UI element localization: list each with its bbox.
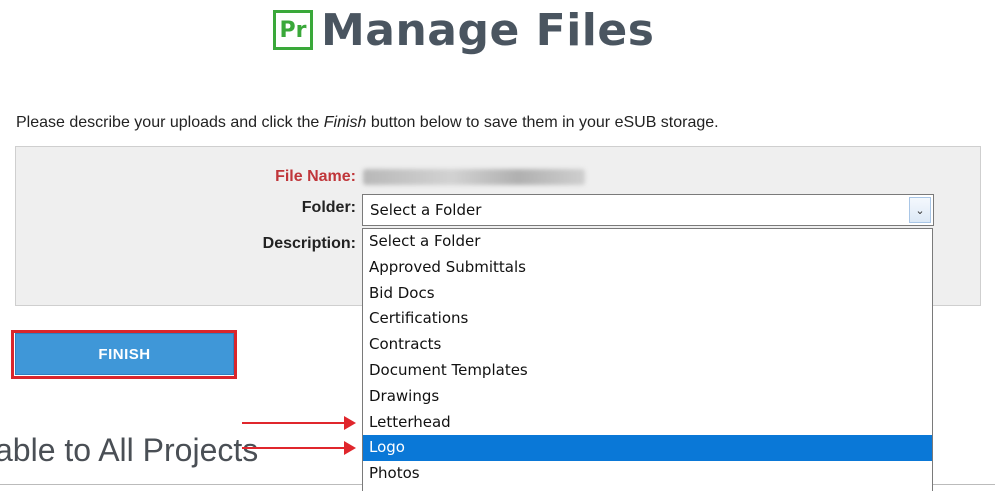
folder-option-letterhead[interactable]: Letterhead <box>363 410 932 436</box>
app-logo: Pr <box>273 10 313 50</box>
description-label: Description: <box>262 235 356 252</box>
file-name-value-redacted <box>363 169 585 185</box>
page-header: Pr Manage Files <box>273 2 654 58</box>
file-name-label: File Name: <box>275 168 356 185</box>
section-heading: able to All Projects <box>0 432 259 468</box>
folder-option-drawings[interactable]: Drawings <box>363 384 932 410</box>
instructions-finish-emphasis: Finish <box>323 114 367 131</box>
folder-select-value: Select a Folder <box>370 201 482 219</box>
arrow-to-letterhead-annotation <box>242 416 356 430</box>
folder-option-document-templates[interactable]: Document Templates <box>363 358 932 384</box>
folder-option-bid-docs[interactable]: Bid Docs <box>363 281 932 307</box>
chevron-down-icon[interactable]: ⌄ <box>909 197 931 223</box>
folder-option-logo[interactable]: Logo <box>363 435 932 462</box>
instructions-before: Please describe your uploads and click t… <box>16 114 324 131</box>
instructions-text: Please describe your uploads and click t… <box>16 114 719 132</box>
instructions-after: button below to save them in your eSUB s… <box>366 114 719 131</box>
folder-dropdown-list[interactable]: Select a Folder Approved Submittals Bid … <box>362 228 933 491</box>
arrow-to-logo-annotation <box>242 441 356 455</box>
page-title: Manage Files <box>321 4 655 56</box>
folder-select[interactable]: Select a Folder ⌄ <box>362 194 934 226</box>
folder-option-select-a-folder[interactable]: Select a Folder <box>363 229 932 255</box>
folder-label: Folder: <box>301 199 356 216</box>
folder-option-certifications[interactable]: Certifications <box>363 306 932 332</box>
folder-option-contracts[interactable]: Contracts <box>363 332 932 358</box>
finish-button[interactable]: FINISH <box>15 333 234 375</box>
folder-option-approved-submittals[interactable]: Approved Submittals <box>363 255 932 281</box>
folder-option-photos[interactable]: Photos <box>363 461 932 487</box>
